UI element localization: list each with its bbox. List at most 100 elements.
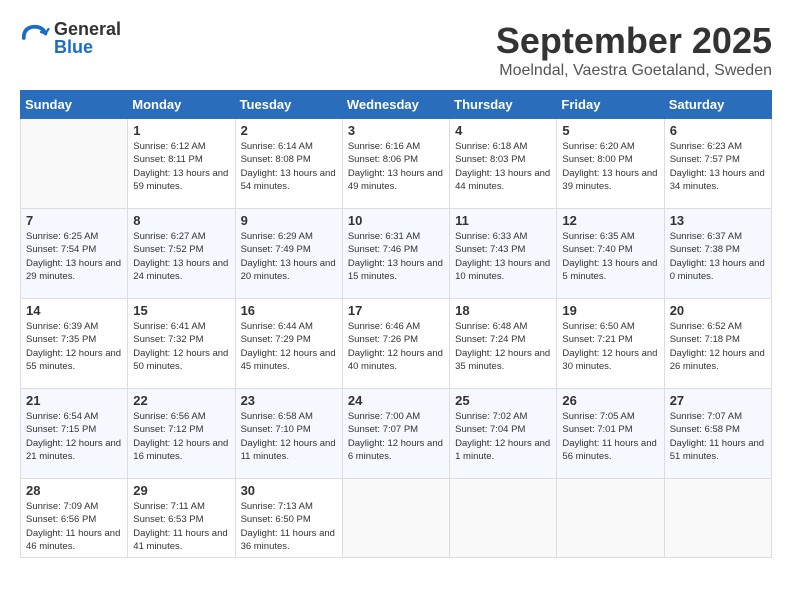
calendar-day: 16 Sunrise: 6:44 AM Sunset: 7:29 PM Dayli… — [235, 299, 342, 389]
day-info: Sunrise: 6:56 AM Sunset: 7:12 PM Dayligh… — [133, 410, 229, 463]
calendar-week-row: 1 Sunrise: 6:12 AM Sunset: 8:11 PM Daylig… — [21, 119, 772, 209]
calendar-day: 20 Sunrise: 6:52 AM Sunset: 7:18 PM Dayli… — [664, 299, 771, 389]
day-info: Sunrise: 7:11 AM Sunset: 6:53 PM Dayligh… — [133, 500, 229, 553]
day-info: Sunrise: 6:44 AM Sunset: 7:29 PM Dayligh… — [241, 320, 337, 373]
day-info: Sunrise: 7:07 AM Sunset: 6:58 PM Dayligh… — [670, 410, 766, 463]
logo-blue: Blue — [54, 38, 121, 56]
calendar-day: 25 Sunrise: 7:02 AM Sunset: 7:04 PM Dayli… — [450, 389, 557, 479]
day-number: 4 — [455, 123, 551, 138]
day-info: Sunrise: 6:54 AM Sunset: 7:15 PM Dayligh… — [26, 410, 122, 463]
calendar-day: 21 Sunrise: 6:54 AM Sunset: 7:15 PM Dayli… — [21, 389, 128, 479]
day-number: 8 — [133, 213, 229, 228]
calendar-week-row: 21 Sunrise: 6:54 AM Sunset: 7:15 PM Dayli… — [21, 389, 772, 479]
calendar-day: 6Sunrise: 6:23 AM Sunset: 7:57 PM Daylig… — [664, 119, 771, 209]
day-number: 27 — [670, 393, 766, 408]
day-number: 7 — [26, 213, 122, 228]
calendar-day: 26Sunrise: 7:05 AM Sunset: 7:01 PM Dayli… — [557, 389, 664, 479]
location: Moelndal, Vaestra Goetaland, Sweden — [496, 62, 772, 80]
calendar-day: 28 Sunrise: 7:09 AM Sunset: 6:56 PM Dayli… — [21, 479, 128, 558]
day-info: Sunrise: 6:52 AM Sunset: 7:18 PM Dayligh… — [670, 320, 766, 373]
day-number: 12 — [562, 213, 658, 228]
weekday-header: Friday — [557, 91, 664, 119]
day-number: 21 — [26, 393, 122, 408]
calendar-day: 2Sunrise: 6:14 AM Sunset: 8:08 PM Daylig… — [235, 119, 342, 209]
weekday-header: Wednesday — [342, 91, 449, 119]
calendar-day: 18Sunrise: 6:48 AM Sunset: 7:24 PM Dayli… — [450, 299, 557, 389]
calendar-day: 1 Sunrise: 6:12 AM Sunset: 8:11 PM Daylig… — [128, 119, 235, 209]
day-number: 30 — [241, 483, 337, 498]
calendar-day: 7 Sunrise: 6:25 AM Sunset: 7:54 PM Daylig… — [21, 209, 128, 299]
calendar-day: 30 Sunrise: 7:13 AM Sunset: 6:50 PM Dayli… — [235, 479, 342, 558]
calendar-day: 27 Sunrise: 7:07 AM Sunset: 6:58 PM Dayli… — [664, 389, 771, 479]
calendar-day: 15Sunrise: 6:41 AM Sunset: 7:32 PM Dayli… — [128, 299, 235, 389]
day-info: Sunrise: 6:12 AM Sunset: 8:11 PM Dayligh… — [133, 140, 229, 193]
calendar-day: 10 Sunrise: 6:31 AM Sunset: 7:46 PM Dayli… — [342, 209, 449, 299]
calendar-day: 8 Sunrise: 6:27 AM Sunset: 7:52 PM Daylig… — [128, 209, 235, 299]
calendar-day: 5 Sunrise: 6:20 AM Sunset: 8:00 PM Daylig… — [557, 119, 664, 209]
day-info: Sunrise: 6:27 AM Sunset: 7:52 PM Dayligh… — [133, 230, 229, 283]
title-block: September 2025 Moelndal, Vaestra Goetala… — [496, 20, 772, 80]
weekday-header: Sunday — [21, 91, 128, 119]
day-number: 9 — [241, 213, 337, 228]
day-number: 28 — [26, 483, 122, 498]
day-info: Sunrise: 6:20 AM Sunset: 8:00 PM Dayligh… — [562, 140, 658, 193]
day-info: Sunrise: 6:29 AM Sunset: 7:49 PM Dayligh… — [241, 230, 337, 283]
weekday-header: Monday — [128, 91, 235, 119]
calendar-day: 11Sunrise: 6:33 AM Sunset: 7:43 PM Dayli… — [450, 209, 557, 299]
calendar-day: 17 Sunrise: 6:46 AM Sunset: 7:26 PM Dayli… — [342, 299, 449, 389]
day-number: 14 — [26, 303, 122, 318]
day-number: 10 — [348, 213, 444, 228]
day-info: Sunrise: 7:09 AM Sunset: 6:56 PM Dayligh… — [26, 500, 122, 553]
logo-text: General Blue — [54, 20, 121, 56]
calendar-day: 9 Sunrise: 6:29 AM Sunset: 7:49 PM Daylig… — [235, 209, 342, 299]
day-info: Sunrise: 6:23 AM Sunset: 7:57 PM Dayligh… — [670, 140, 766, 193]
page-header: General Blue September 2025 Moelndal, Va… — [20, 20, 772, 80]
calendar-day: 4 Sunrise: 6:18 AM Sunset: 8:03 PM Daylig… — [450, 119, 557, 209]
calendar-day: 13Sunrise: 6:37 AM Sunset: 7:38 PM Dayli… — [664, 209, 771, 299]
day-number: 3 — [348, 123, 444, 138]
day-number: 1 — [133, 123, 229, 138]
day-info: Sunrise: 6:58 AM Sunset: 7:10 PM Dayligh… — [241, 410, 337, 463]
calendar-day: 12 Sunrise: 6:35 AM Sunset: 7:40 PM Dayli… — [557, 209, 664, 299]
day-info: Sunrise: 6:46 AM Sunset: 7:26 PM Dayligh… — [348, 320, 444, 373]
day-info: Sunrise: 6:48 AM Sunset: 7:24 PM Dayligh… — [455, 320, 551, 373]
calendar: SundayMondayTuesdayWednesdayThursdayFrid… — [20, 90, 772, 558]
day-number: 19 — [562, 303, 658, 318]
calendar-week-row: 28 Sunrise: 7:09 AM Sunset: 6:56 PM Dayli… — [21, 479, 772, 558]
day-number: 25 — [455, 393, 551, 408]
calendar-day — [342, 479, 449, 558]
weekday-header: Saturday — [664, 91, 771, 119]
day-number: 23 — [241, 393, 337, 408]
weekday-header-row: SundayMondayTuesdayWednesdayThursdayFrid… — [21, 91, 772, 119]
day-info: Sunrise: 6:18 AM Sunset: 8:03 PM Dayligh… — [455, 140, 551, 193]
month-title: September 2025 — [496, 20, 772, 62]
day-number: 20 — [670, 303, 766, 318]
logo-general: General — [54, 20, 121, 38]
day-number: 24 — [348, 393, 444, 408]
calendar-day — [557, 479, 664, 558]
day-number: 16 — [241, 303, 337, 318]
day-info: Sunrise: 6:50 AM Sunset: 7:21 PM Dayligh… — [562, 320, 658, 373]
calendar-day: 23 Sunrise: 6:58 AM Sunset: 7:10 PM Dayli… — [235, 389, 342, 479]
calendar-day: 19 Sunrise: 6:50 AM Sunset: 7:21 PM Dayli… — [557, 299, 664, 389]
weekday-header: Thursday — [450, 91, 557, 119]
day-number: 29 — [133, 483, 229, 498]
day-info: Sunrise: 7:13 AM Sunset: 6:50 PM Dayligh… — [241, 500, 337, 553]
day-number: 17 — [348, 303, 444, 318]
day-info: Sunrise: 7:02 AM Sunset: 7:04 PM Dayligh… — [455, 410, 551, 463]
day-info: Sunrise: 7:00 AM Sunset: 7:07 PM Dayligh… — [348, 410, 444, 463]
day-info: Sunrise: 6:35 AM Sunset: 7:40 PM Dayligh… — [562, 230, 658, 283]
calendar-day: 24 Sunrise: 7:00 AM Sunset: 7:07 PM Dayli… — [342, 389, 449, 479]
day-number: 2 — [241, 123, 337, 138]
day-info: Sunrise: 6:37 AM Sunset: 7:38 PM Dayligh… — [670, 230, 766, 283]
day-number: 5 — [562, 123, 658, 138]
day-info: Sunrise: 6:39 AM Sunset: 7:35 PM Dayligh… — [26, 320, 122, 373]
weekday-header: Tuesday — [235, 91, 342, 119]
day-info: Sunrise: 6:31 AM Sunset: 7:46 PM Dayligh… — [348, 230, 444, 283]
day-info: Sunrise: 6:16 AM Sunset: 8:06 PM Dayligh… — [348, 140, 444, 193]
day-number: 11 — [455, 213, 551, 228]
calendar-day: 3 Sunrise: 6:16 AM Sunset: 8:06 PM Daylig… — [342, 119, 449, 209]
day-number: 26 — [562, 393, 658, 408]
day-info: Sunrise: 6:25 AM Sunset: 7:54 PM Dayligh… — [26, 230, 122, 283]
logo: General Blue — [20, 20, 121, 56]
